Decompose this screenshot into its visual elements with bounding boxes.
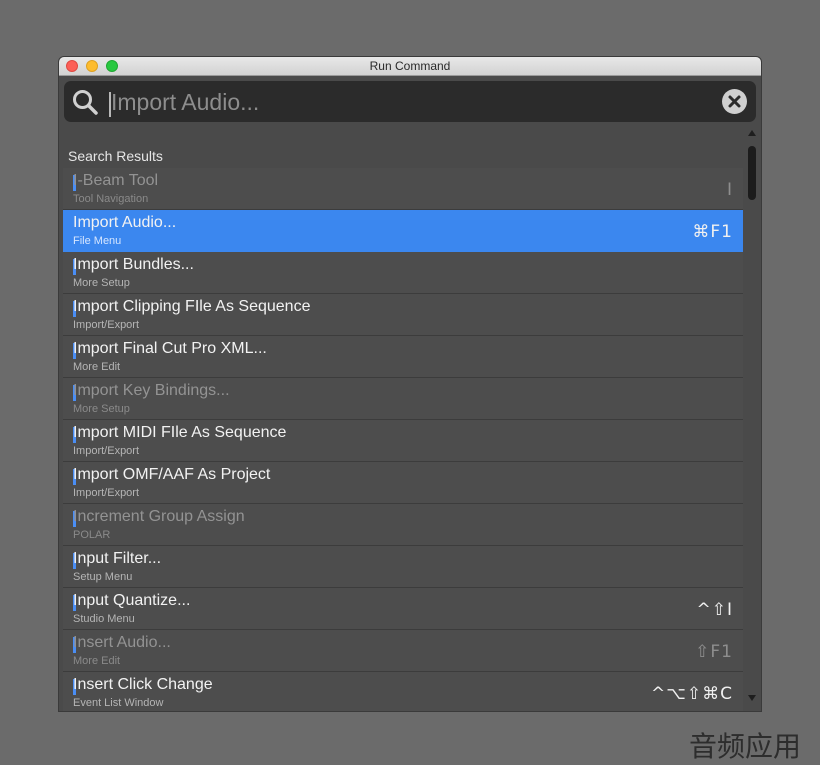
run-command-window: Run Command Search Results I-Beam Tool To…	[59, 57, 761, 711]
result-category: File Menu	[73, 235, 122, 247]
search-bar	[64, 81, 756, 122]
result-row[interactable]: Insert Click Change Event List Window ^⌥⇧⌘…	[63, 672, 743, 711]
result-row[interactable]: Insert Audio... More Edit ⇧F1	[63, 630, 743, 672]
vertical-scrollbar[interactable]	[745, 128, 759, 703]
result-label: Import OMF/AAF As Project	[73, 466, 271, 483]
result-category: Event List Window	[73, 697, 164, 709]
result-shortcut: ^⌥⇧⌘C	[651, 684, 733, 704]
result-category: More Edit	[73, 361, 121, 373]
scroll-down-arrow-icon[interactable]	[748, 695, 756, 701]
result-label: Insert Click Change	[73, 676, 213, 693]
result-row[interactable]: Import Final Cut Pro XML... More Edit	[63, 336, 743, 378]
result-label: Input Quantize...	[73, 592, 191, 609]
result-label: Import Audio...	[73, 214, 177, 231]
clear-search-button[interactable]	[722, 89, 747, 114]
result-category: Setup Menu	[73, 571, 133, 583]
search-input[interactable]	[111, 87, 711, 117]
result-shortcut: ^⇧I	[696, 600, 733, 620]
result-label: Import Final Cut Pro XML...	[73, 340, 267, 357]
result-row[interactable]: Import MIDI FIle As Sequence Import/Expor…	[63, 420, 743, 462]
result-row[interactable]: Input Quantize... Studio Menu ^⇧I	[63, 588, 743, 630]
result-row[interactable]: Import OMF/AAF As Project Import/Export	[63, 462, 743, 504]
result-label: Input Filter...	[73, 550, 162, 567]
close-icon	[728, 95, 741, 108]
result-category: More Setup	[73, 403, 130, 415]
result-label: Increment Group Assign	[73, 508, 245, 525]
scrollbar-thumb[interactable]	[748, 146, 756, 200]
scroll-up-arrow-icon[interactable]	[748, 130, 756, 136]
result-row[interactable]: I-Beam Tool Tool Navigation I	[63, 168, 743, 210]
watermark: 音频应用	[689, 730, 802, 763]
result-category: Tool Navigation	[73, 193, 149, 205]
result-row[interactable]: Import Key Bindings... More Setup	[63, 378, 743, 420]
result-label: Import MIDI FIle As Sequence	[73, 424, 287, 441]
result-label: Insert Audio...	[73, 634, 171, 651]
search-results-heading: Search Results	[68, 148, 163, 164]
result-category: Import/Export	[73, 445, 140, 457]
title-bar: Run Command	[59, 57, 761, 76]
result-category: More Setup	[73, 277, 130, 289]
result-row[interactable]: Input Filter... Setup Menu	[63, 546, 743, 588]
result-category: POLAR	[73, 529, 111, 541]
result-label: I-Beam Tool	[73, 172, 159, 189]
window-title: Run Command	[369, 59, 451, 73]
result-label: Import Bundles...	[73, 256, 194, 273]
result-row[interactable]: Import Clipping FIle As Sequence Import/E…	[63, 294, 743, 336]
result-category: Studio Menu	[73, 613, 135, 625]
result-shortcut: ⌘F1	[692, 222, 733, 242]
result-row[interactable]: Increment Group Assign POLAR	[63, 504, 743, 546]
result-shortcut: ⇧F1	[695, 642, 733, 662]
results-list: I-Beam Tool Tool Navigation I Import Audio.…	[63, 168, 743, 711]
result-label: Import Key Bindings...	[73, 382, 230, 399]
result-category: Import/Export	[73, 487, 140, 499]
result-row[interactable]: Import Bundles... More Setup	[63, 252, 743, 294]
result-label: Import Clipping FIle As Sequence	[73, 298, 311, 315]
result-shortcut: I	[726, 180, 733, 200]
result-row[interactable]: Import Audio... File Menu ⌘F1	[63, 210, 743, 252]
result-category: Import/Export	[73, 319, 140, 331]
search-icon	[72, 89, 98, 115]
result-category: More Edit	[73, 655, 121, 667]
